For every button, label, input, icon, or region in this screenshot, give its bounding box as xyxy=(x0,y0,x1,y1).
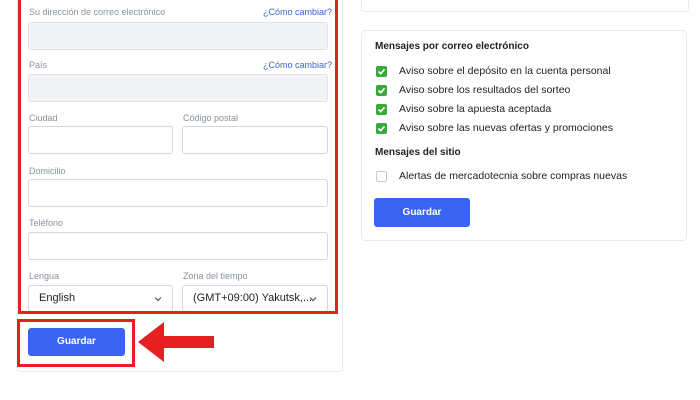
checkmark-icon xyxy=(377,106,386,113)
notifications-card: Mensajes por correo electrónico Aviso so… xyxy=(361,30,687,241)
bet-accepted-checkbox[interactable] xyxy=(376,104,387,115)
email-notifications-title: Mensajes por correo electrónico xyxy=(375,41,529,52)
marketing-alerts-checkbox-label: Alertas de mercadotecnia sobre compras n… xyxy=(399,170,628,182)
site-notifications-title: Mensajes del sitio xyxy=(375,147,461,158)
deposit-checkbox-label: Aviso sobre el depósito en la cuenta per… xyxy=(399,65,611,77)
draw-results-checkbox[interactable] xyxy=(376,85,387,96)
profile-save-button[interactable]: Guardar xyxy=(28,328,125,356)
checkmark-icon xyxy=(377,68,386,75)
deposit-checkbox[interactable] xyxy=(376,66,387,77)
form-highlight-box xyxy=(18,0,338,314)
notifications-save-button[interactable]: Guardar xyxy=(374,198,470,227)
top-card-edge xyxy=(361,0,689,12)
offers-checkbox[interactable] xyxy=(376,123,387,134)
draw-results-checkbox-label: Aviso sobre los resultados del sorteo xyxy=(399,84,571,96)
checkmark-icon xyxy=(377,87,386,94)
red-left-arrow-icon xyxy=(138,322,214,362)
offers-checkbox-label: Aviso sobre las nuevas ofertas y promoci… xyxy=(399,122,613,134)
checkmark-icon xyxy=(377,125,386,132)
bet-accepted-checkbox-label: Aviso sobre la apuesta aceptada xyxy=(399,103,552,115)
marketing-alerts-checkbox[interactable] xyxy=(376,171,387,182)
